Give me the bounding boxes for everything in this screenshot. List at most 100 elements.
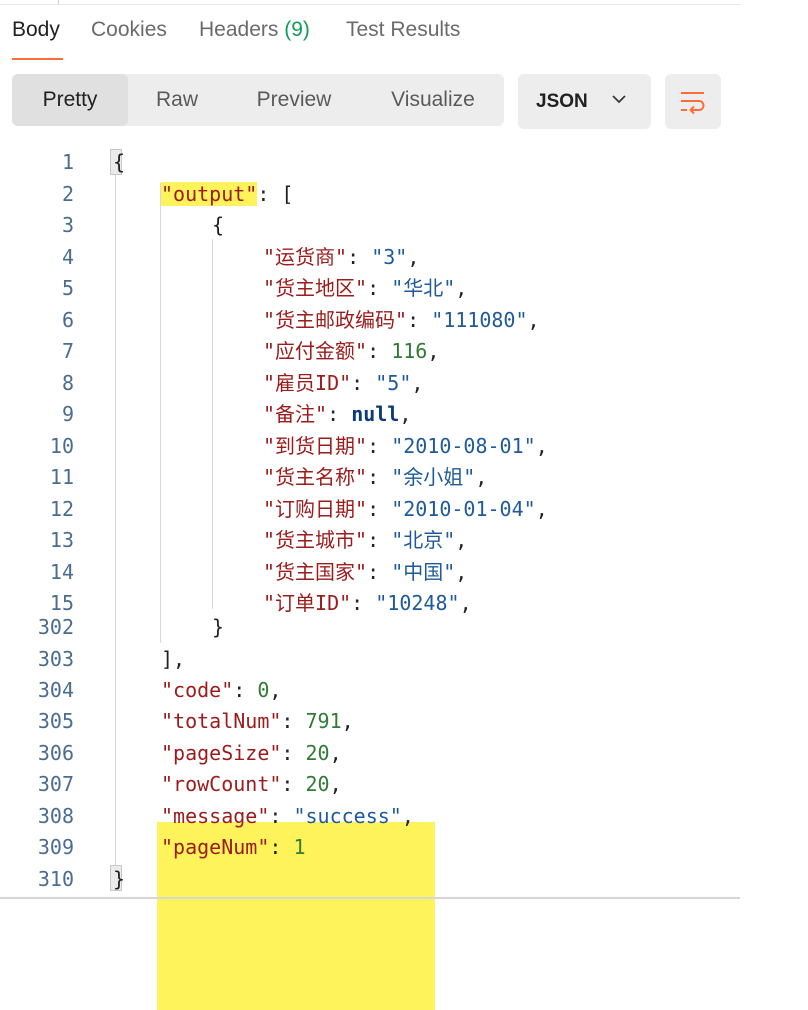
- line-number: 304: [37, 678, 74, 702]
- json-value: 20: [305, 741, 330, 765]
- json-punct: ,: [455, 276, 468, 300]
- line-number: 10: [49, 434, 74, 458]
- json-value: 791: [305, 709, 342, 733]
- view-preview-button[interactable]: Preview: [226, 74, 362, 126]
- json-punct: :: [407, 308, 432, 332]
- line-number: 6: [61, 308, 74, 332]
- tab-body[interactable]: Body: [12, 18, 60, 42]
- json-value: "5": [375, 371, 412, 395]
- json-value: "10248": [375, 591, 460, 615]
- json-punct: :: [281, 772, 306, 796]
- json-value: null: [351, 402, 400, 426]
- code-editor[interactable]: 1{ 2 "output": [ 3{ 4 "运货商": "3", 5 "货主地区": …: [0, 145, 740, 1010]
- json-key: "pageNum": [161, 835, 270, 859]
- line-number: 309: [37, 835, 74, 859]
- json-key: "message": [161, 804, 270, 828]
- json-punct: ,: [455, 528, 468, 552]
- json-punct: :: [367, 465, 392, 489]
- json-punct: {: [212, 213, 225, 237]
- indent-guide: [115, 175, 116, 875]
- json-punct: :: [367, 497, 392, 521]
- json-key: "code": [161, 678, 234, 702]
- json-punct: ,: [269, 678, 282, 702]
- tab-test-results[interactable]: Test Results: [346, 18, 460, 42]
- line-number: 11: [49, 465, 74, 489]
- line-number: 307: [37, 772, 74, 796]
- json-value: "success": [293, 804, 402, 828]
- json-punct: :: [367, 434, 392, 458]
- json-punct: :: [281, 709, 306, 733]
- json-key: "备注": [263, 402, 328, 426]
- json-value: "3": [371, 245, 408, 269]
- json-punct: :: [327, 402, 352, 426]
- json-punct: ,: [399, 402, 412, 426]
- tab-headers[interactable]: Headers (9): [199, 18, 310, 42]
- json-punct: ,: [535, 497, 548, 521]
- json-punct: :: [347, 245, 372, 269]
- json-punct: ,: [341, 709, 354, 733]
- view-mode-selector: Pretty Raw Preview Visualize: [12, 74, 504, 126]
- line-number: 12: [49, 497, 74, 521]
- json-value: "111080": [431, 308, 528, 332]
- line-number: 4: [61, 245, 74, 269]
- json-punct: :: [269, 804, 294, 828]
- view-raw-button[interactable]: Raw: [128, 74, 226, 126]
- line-number: 308: [37, 804, 74, 828]
- line-number: 2: [61, 182, 74, 206]
- json-punct: }: [113, 867, 126, 891]
- json-punct: ],: [161, 647, 186, 671]
- json-key: "应付金额": [263, 339, 368, 363]
- json-key: "totalNum": [161, 709, 282, 733]
- json-key: "rowCount": [161, 772, 282, 796]
- json-punct: ,: [329, 741, 342, 765]
- json-punct: }: [212, 615, 225, 639]
- top-strip: [0, 0, 740, 5]
- headers-count-badge: (9): [284, 18, 310, 41]
- format-select[interactable]: JSON: [518, 74, 651, 129]
- line-number: 3: [61, 213, 74, 237]
- json-key: "货主国家": [263, 560, 368, 584]
- line-number: 302: [37, 615, 74, 639]
- view-pretty-button[interactable]: Pretty: [12, 74, 128, 126]
- json-punct: : [: [257, 182, 294, 206]
- line-number: 5: [61, 276, 74, 300]
- tab-cookies[interactable]: Cookies: [91, 18, 167, 42]
- json-key: "货主城市": [263, 528, 368, 552]
- json-punct: :: [233, 678, 258, 702]
- json-value: "北京": [391, 528, 456, 552]
- json-key: "货主邮政编码": [263, 308, 408, 332]
- format-select-value: JSON: [536, 91, 588, 112]
- indent-guide: [212, 239, 213, 609]
- divider: [58, 0, 59, 4]
- chevron-down-icon: [612, 95, 626, 104]
- json-key: "pageSize": [161, 741, 282, 765]
- tab-headers-label: Headers: [199, 18, 279, 41]
- json-value: "2010-08-01": [391, 434, 536, 458]
- line-number: 310: [37, 867, 74, 891]
- line-number: 14: [49, 560, 74, 584]
- json-value: "2010-01-04": [391, 497, 536, 521]
- json-key: "运货商": [263, 245, 348, 269]
- json-value: 0: [257, 678, 270, 702]
- tab-test-results-label: Test Results: [346, 18, 461, 41]
- wrap-lines-button[interactable]: [665, 74, 721, 129]
- view-visualize-button[interactable]: Visualize: [362, 74, 504, 126]
- line-number: 7: [61, 339, 74, 363]
- json-punct: ,: [459, 591, 472, 615]
- json-key: "订单ID": [263, 591, 352, 615]
- line-number: 13: [49, 528, 74, 552]
- wrap-lines-icon: [681, 92, 705, 115]
- json-punct: :: [269, 835, 294, 859]
- json-key: "雇员ID": [263, 371, 352, 395]
- json-punct: :: [367, 276, 392, 300]
- json-punct: :: [351, 371, 376, 395]
- json-punct: ,: [411, 371, 424, 395]
- panel-bottom-border: [0, 897, 740, 899]
- line-number: 9: [61, 402, 74, 426]
- json-key: "货主名称": [263, 465, 368, 489]
- json-key: "订购日期": [263, 497, 368, 521]
- tab-body-label: Body: [12, 18, 60, 41]
- tab-cookies-label: Cookies: [91, 18, 167, 41]
- json-value: "余小姐": [391, 465, 476, 489]
- json-value: "华北": [391, 276, 456, 300]
